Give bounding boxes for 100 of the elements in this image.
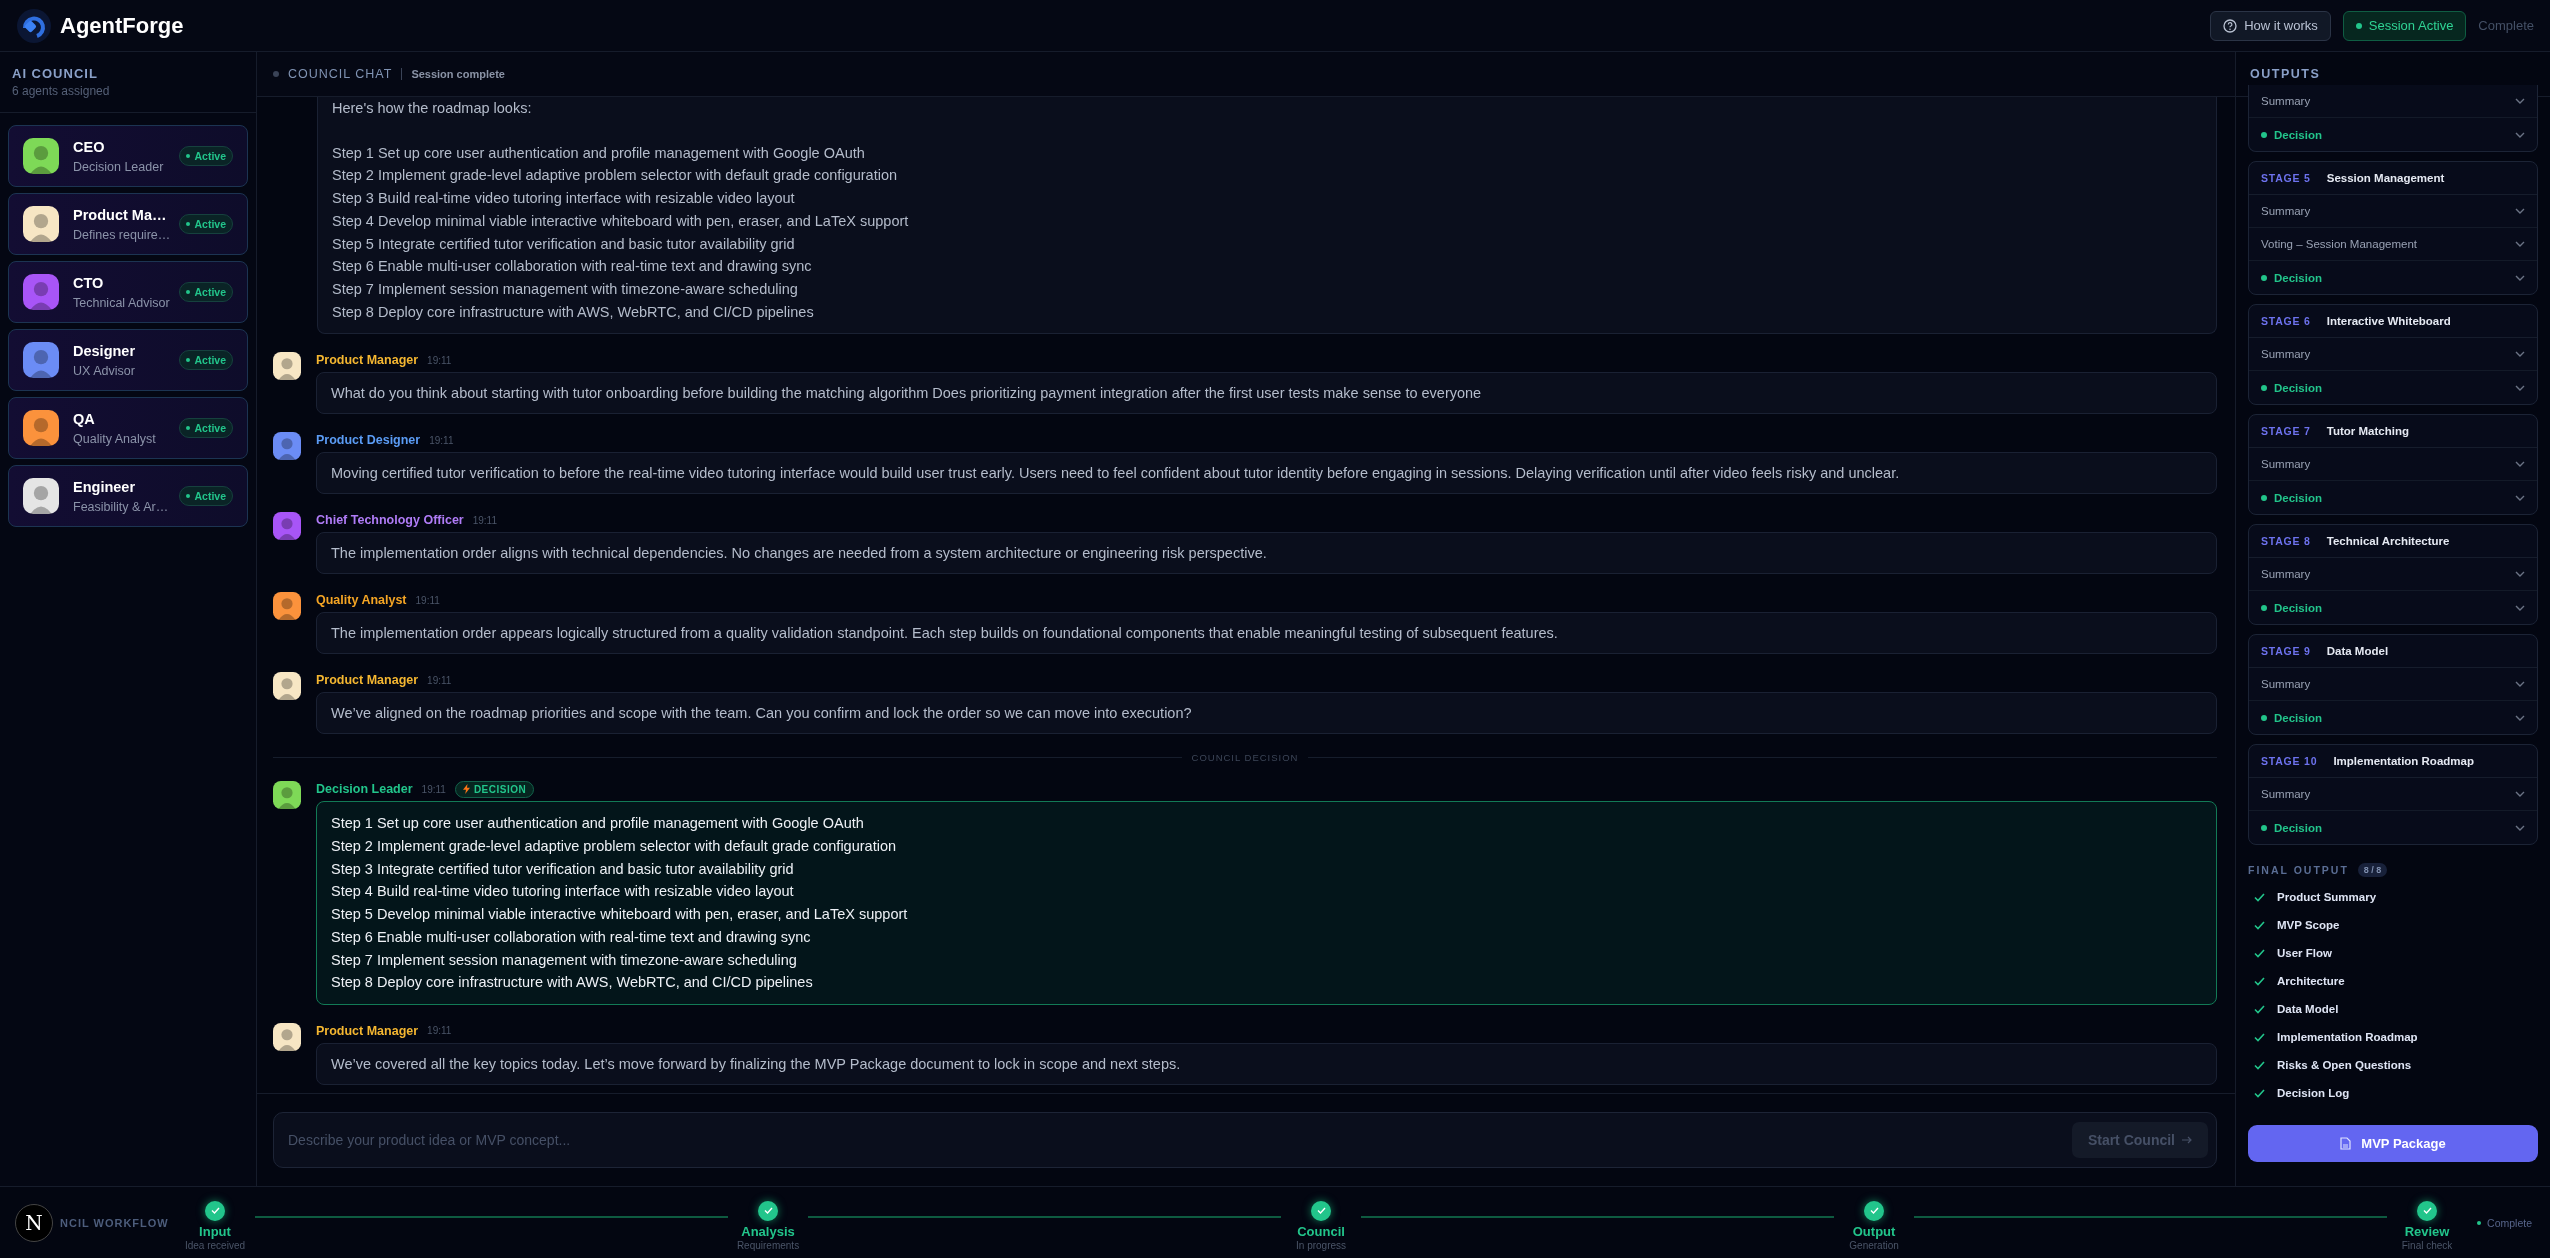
message-time: 19:11 [415,594,440,606]
check-icon [210,1207,220,1214]
step-title: Input [199,1223,231,1239]
author-name: Chief Technology Officer [316,513,464,528]
chevron-down-icon [2515,208,2525,214]
chevron-down-icon [2515,604,2525,611]
agent-name: Product Ma… [73,206,166,223]
step-title: Output [1852,1223,1896,1239]
agent-name: CTO [73,274,105,291]
summary-row[interactable]: Summary [2249,558,2537,591]
decision-row[interactable]: Decision [2249,701,2537,734]
decision-row[interactable]: Decision [2249,118,2537,151]
output-item: Architecture [2277,975,2345,987]
summary-row[interactable]: Summary [2249,338,2537,371]
check-icon [1869,1207,1879,1214]
roadmap-step: Step 4 Build real-time video tutoring interface with resizable video layout [331,880,2202,904]
agent-card[interactable]: CEO Decision Leader Active [8,125,248,187]
output-item: Product Summary [2277,891,2377,903]
chevron-down-icon [2515,461,2525,467]
message-bubble: The implementation order appears logically structured from a quality validation standpoint. Each step builds on foundational components that enable meaningful testing of subsequent features. [316,612,2217,655]
check-icon [1316,1207,1326,1214]
step-subtitle: Requirements [736,1239,800,1251]
roadmap-step: Step 7 Implement session management with timezone-aware scheduling [332,277,2202,301]
mvp-package-button[interactable]: MVP Package [2248,1125,2538,1162]
output-item: Implementation Roadmap [2277,1031,2418,1043]
decision-row[interactable]: Decision [2249,371,2537,404]
stage-label: STAGE 8 [2261,535,2311,547]
help-icon [2223,18,2238,33]
message-time: 19:11 [429,434,454,446]
roadmap-step: Step 2 Implement grade-level adaptive problem selector with default grade configuration [332,164,2202,188]
author-name: Product Manager [316,1023,419,1038]
message-bubble: We’ve covered all the key topics today. Let’s move forward by finalizing the MVP Package document to lock in scope and next steps. [316,1042,2217,1085]
decision-row[interactable]: Decision [2249,481,2537,514]
step-subtitle: In progress [1296,1239,1347,1251]
workflow-status: Complete [2477,1216,2532,1229]
stage-label: STAGE 5 [2261,172,2311,184]
agent-count: 6 agents assigned [12,84,111,98]
step-title: Analysis [741,1223,795,1239]
step-subtitle: Generation [1849,1239,1899,1251]
summary-row[interactable]: Summary [2249,668,2537,701]
agent-name: Engineer [73,478,137,495]
arrow-right-icon [2182,1136,2192,1144]
roadmap-step: Step 5 Develop minimal viable interactive whiteboard with pen, eraser, and LaTeX support [331,903,2202,926]
output-item: MVP Scope [2277,919,2340,931]
agent-name: CEO [73,138,106,155]
stage-title: Interactive Whiteboard [2326,315,2451,327]
decision-row[interactable]: Decision [2249,591,2537,624]
chevron-down-icon [2515,384,2525,391]
message-time: 19:11 [427,1025,452,1037]
chevron-down-icon [2515,494,2525,501]
roadmap-step: Step 8 Deploy core infrastructure with AWS, WebRTC, and CI/CD pipelines [332,300,2202,324]
agent-card[interactable]: QA Quality Analyst Active [8,397,248,459]
summary-row[interactable]: Summary [2249,85,2537,118]
session-badge: Session Active [2342,10,2467,41]
chevron-down-icon [2515,351,2525,357]
decision-badge: DECISION [454,780,535,798]
agent-name: Designer [73,342,137,359]
status-badge: Active [179,282,233,302]
divider-label: COUNCIL DECISION [1191,752,1299,764]
stage-label: STAGE 9 [2261,645,2311,657]
output-item: Decision Log [2277,1087,2350,1099]
lightning-icon [462,784,470,795]
message-bubble: Moving certified tutor verification to before the real-time video tutoring interface would build user trust early. Users need to feel confident about tutor identity before engaging in sessions. Delaying verification until after video feels risky and unclear. [316,452,2217,495]
how-it-works-button[interactable]: How it works [2210,10,2331,41]
roadmap-step: Step 6 Enable multi-user collaboration with real-time text and drawing sync [332,255,2202,278]
message-bubble: We’ve aligned on the roadmap priorities and scope with the team. Can you confirm and lock the order so we can move into execution? [316,692,2217,735]
stage-title: Technical Architecture [2326,535,2450,547]
decision-row[interactable]: Decision [2249,261,2537,294]
summary-row[interactable]: Summary [2249,195,2537,228]
agent-card[interactable]: Designer UX Advisor Active [8,329,248,391]
session-status: Session complete [411,68,505,80]
dev-badge[interactable]: N [15,1204,53,1242]
agent-role: Feasibility & Ar… [73,499,166,514]
logo-icon [16,7,52,44]
status-dot-icon [2261,274,2267,281]
stage-title: Data Model [2326,645,2389,657]
output-item: Risks & Open Questions [2277,1059,2412,1071]
summary-row[interactable]: Voting – Session Management [2249,228,2537,261]
status-dot-icon [2261,824,2267,831]
step-title: Council [1297,1223,1345,1239]
author-name: Decision Leader [316,782,413,797]
agent-card[interactable]: CTO Technical Advisor Active [8,261,248,323]
agent-card[interactable]: Engineer Feasibility & Ar… Active [8,465,248,527]
status-badge: Active [179,418,233,438]
summary-row[interactable]: Summary [2249,448,2537,481]
check-icon [763,1207,773,1214]
workflow-label: NCIL WORKFLOW [60,1216,170,1229]
brand-name: AgentForge [60,12,184,39]
count-badge: 8 / 8 [2357,863,2388,877]
summary-row[interactable]: Summary [2249,778,2537,811]
roadmap-step: Step 8 Deploy core infrastructure with AWS, WebRTC, and CI/CD pipelines [331,971,2202,994]
chevron-down-icon [2515,131,2525,138]
chevron-down-icon [2515,241,2525,247]
roadmap-step: Step 2 Implement grade-level adaptive problem selector with default grade configuration [331,835,2202,858]
message-time: 19:11 [427,674,452,686]
decision-row[interactable]: Decision [2249,811,2537,844]
step-subtitle: Idea received [184,1239,245,1251]
agent-card[interactable]: Product Ma… Defines require… Active [8,193,248,255]
stage-label: STAGE 6 [2261,315,2311,327]
check-icon [2422,1207,2432,1214]
